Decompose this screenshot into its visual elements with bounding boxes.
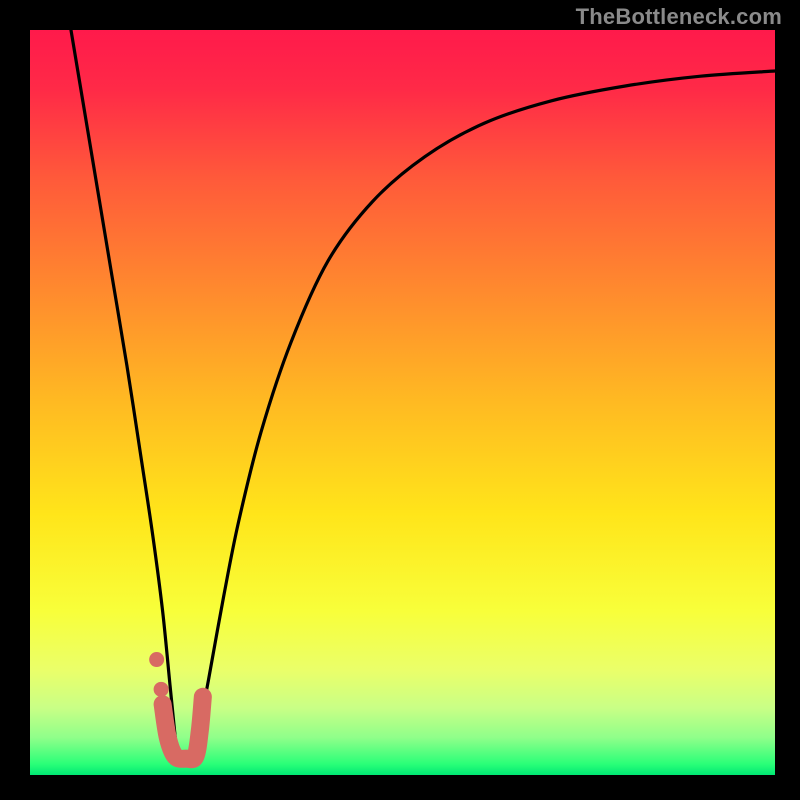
bottleneck-chart <box>0 0 800 800</box>
selected-range-dot <box>149 652 164 667</box>
selected-range-dot <box>154 682 169 697</box>
plot-background <box>30 30 775 775</box>
watermark-text: TheBottleneck.com <box>576 4 782 30</box>
chart-frame: { "watermark": "TheBottleneck.com", "cha… <box>0 0 800 800</box>
